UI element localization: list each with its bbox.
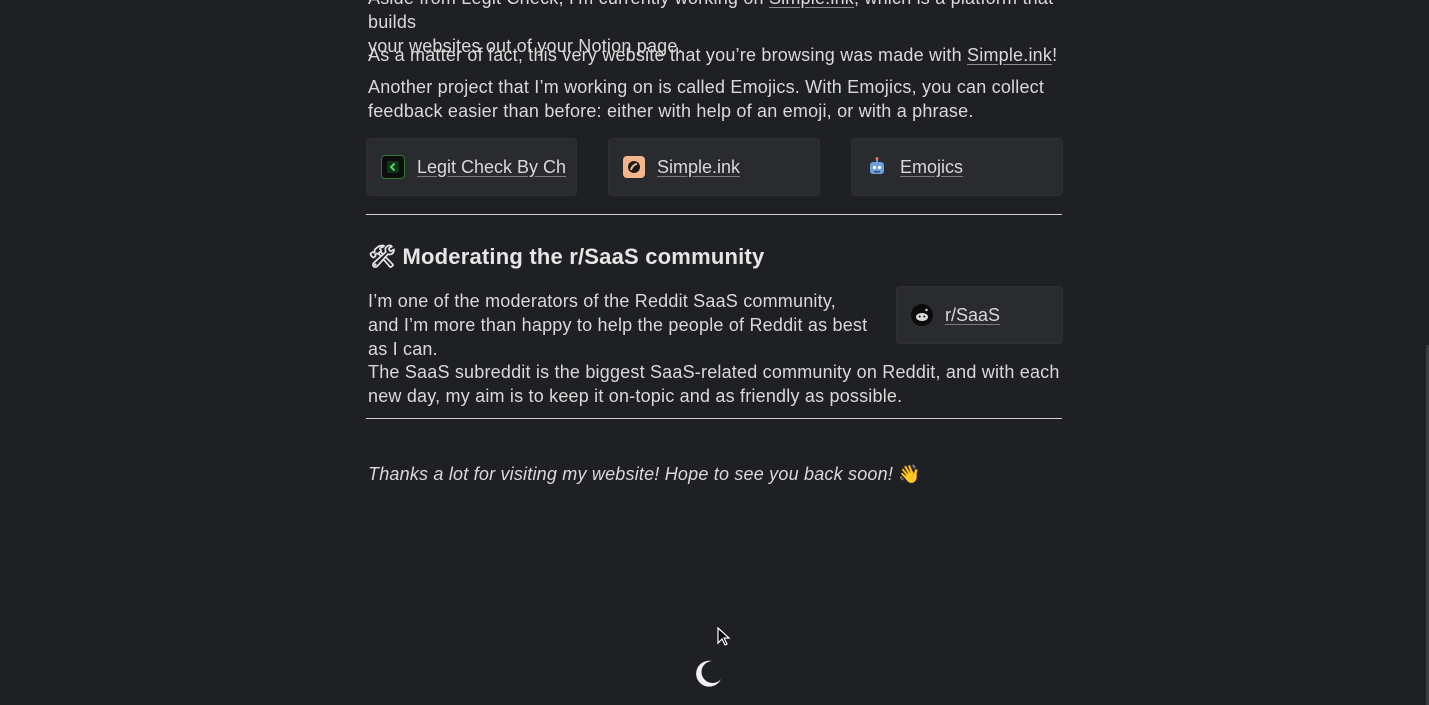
intro-text: Aside from Legit Check, I’m currently wo… — [368, 0, 769, 8]
thanks-text: Thanks a lot for visiting my website! Ho… — [368, 464, 899, 484]
matter-text: As a matter of fact, this very website t… — [368, 45, 968, 65]
r-saas-card-label: r/SaaS — [945, 304, 1001, 325]
moon-icon[interactable] — [693, 659, 723, 689]
emojics-robot-icon — [866, 156, 888, 178]
cursor-arrow-icon — [717, 626, 731, 652]
simple-ink-card-label: Simple.ink — [657, 156, 741, 177]
divider-2 — [366, 418, 1062, 419]
emojics-card[interactable]: Emojics — [851, 138, 1063, 196]
page: Aside from Legit Check, I’m currently wo… — [0, 0, 1429, 705]
waving-hand-icon: 👋 — [898, 464, 921, 484]
moderating-heading: 🛠 Moderating the r/SaaS community — [368, 244, 764, 270]
simple-ink-link-2[interactable]: Simple.ink — [967, 45, 1052, 65]
simple-ink-card[interactable]: Simple.ink — [608, 138, 820, 196]
moderating-heading-text: Moderating the r/SaaS community — [402, 244, 765, 269]
legit-check-icon — [381, 155, 405, 179]
matter-paragraph: As a matter of fact, this very website t… — [368, 43, 1062, 67]
emojics-card-label: Emojics — [900, 156, 964, 177]
matter-tail: ! — [1052, 45, 1058, 65]
moderating-paragraph: I’m one of the moderators of the Reddit … — [368, 291, 868, 359]
reddit-icon — [911, 304, 933, 326]
tools-icon: 🛠 — [368, 244, 397, 269]
thanks-paragraph: Thanks a lot for visiting my website! Ho… — [368, 462, 921, 486]
legit-check-card-label: Legit Check By Ch — [417, 156, 567, 177]
simple-ink-icon — [623, 156, 645, 178]
saas-paragraph: The SaaS subreddit is the biggest SaaS-r… — [368, 362, 1060, 406]
divider — [366, 214, 1062, 215]
simple-ink-link[interactable]: Simple.ink — [769, 0, 854, 8]
legit-check-card[interactable]: Legit Check By Ch — [366, 138, 577, 196]
r-saas-card[interactable]: r/SaaS — [896, 286, 1063, 344]
emojics-paragraph: Another project that I’m working on is c… — [368, 77, 1045, 121]
